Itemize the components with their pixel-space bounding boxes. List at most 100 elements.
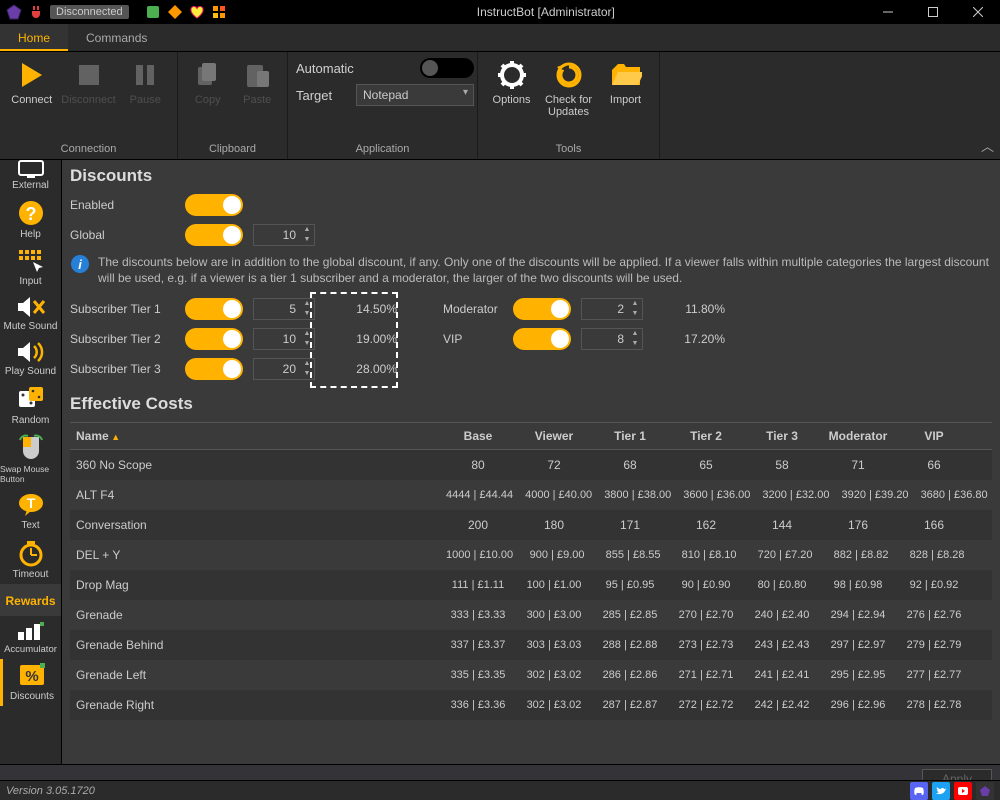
target-label: Target — [296, 88, 346, 103]
target-select[interactable]: Notepad — [356, 84, 474, 106]
cell: 720 | £7.20 — [747, 549, 823, 561]
table-row[interactable]: Grenade333 | £3.33300 | £3.00285 | £2.85… — [70, 600, 992, 630]
tier2-value[interactable]: ▲▼ — [253, 328, 315, 350]
tier2-input[interactable] — [254, 332, 300, 346]
check-updates-button[interactable]: Check for Updates — [543, 58, 594, 118]
col-vip[interactable]: VIP — [896, 429, 972, 443]
cell: 176 — [820, 518, 896, 532]
cell: 828 | £8.28 — [899, 549, 975, 561]
youtube-icon[interactable] — [954, 782, 972, 800]
automatic-switch[interactable] — [420, 58, 474, 78]
heart-icon[interactable] — [189, 4, 205, 20]
sidebar-item-discounts[interactable]: % Discounts — [0, 659, 61, 706]
cell: 4444 | £44.44 — [440, 489, 519, 501]
table-row[interactable]: Grenade Left335 | £3.35302 | £3.02286 | … — [70, 660, 992, 690]
tab-home[interactable]: Home — [0, 24, 68, 51]
tier3-input[interactable] — [254, 362, 300, 376]
table-row[interactable]: Grenade Behind337 | £3.37303 | £3.03288 … — [70, 630, 992, 660]
table-row[interactable]: Drop Mag111 | £1.11100 | £1.0095 | £0.95… — [70, 570, 992, 600]
title-bar: Disconnected InstructBot [Administrator] — [0, 0, 1000, 24]
vip-toggle[interactable] — [513, 328, 571, 350]
status-bar: Version 3.05.1720 — [0, 780, 1000, 800]
cell: 100 | £1.00 — [516, 579, 592, 591]
tier3-toggle[interactable] — [185, 358, 243, 380]
tier1-value[interactable]: ▲▼ — [253, 298, 315, 320]
minimize-button[interactable] — [865, 0, 910, 24]
tier2-toggle[interactable] — [185, 328, 243, 350]
vip-value[interactable]: ▲▼ — [581, 328, 643, 350]
sidebar-item-rewards[interactable]: Rewards — [0, 584, 61, 616]
diamond-orange-icon[interactable] — [167, 4, 183, 20]
cell: 171 — [592, 518, 668, 532]
sidebar-item-accumulator[interactable]: Accumulator — [0, 616, 61, 659]
col-mod[interactable]: Moderator — [820, 429, 896, 443]
twitter-icon[interactable] — [932, 782, 950, 800]
cell: 3920 | £39.20 — [835, 489, 914, 501]
svg-text:T: T — [26, 495, 35, 511]
pause-label: Pause — [130, 94, 161, 106]
sidebar-item-timeout[interactable]: Timeout — [0, 535, 61, 584]
col-tier2[interactable]: Tier 2 — [668, 429, 744, 443]
cell: 240 | £2.40 — [744, 609, 820, 621]
cell: 98 | £0.98 — [820, 579, 896, 591]
mod-toggle[interactable] — [513, 298, 571, 320]
app-status-icon[interactable] — [976, 782, 994, 800]
table-header: Name Base Viewer Tier 1 Tier 2 Tier 3 Mo… — [70, 422, 992, 450]
table-row[interactable]: Conversation200180171162144176166 — [70, 510, 992, 540]
info-icon: i — [70, 254, 90, 274]
main-panel: Discounts Enabled Global ▲▼ i The discou… — [62, 160, 1000, 764]
table-body: 360 No Scope80726865587166ALT F44444 | £… — [70, 450, 992, 720]
puzzle-green-icon[interactable] — [145, 4, 161, 20]
cell: 144 — [744, 518, 820, 532]
sidebar-item-play-sound[interactable]: Play Sound — [0, 336, 61, 381]
cell: 900 | £9.00 — [519, 549, 595, 561]
col-base[interactable]: Base — [440, 429, 516, 443]
cell: 272 | £2.72 — [668, 699, 744, 711]
spin-down[interactable]: ▼ — [300, 235, 314, 245]
tab-commands[interactable]: Commands — [68, 24, 165, 51]
maximize-button[interactable] — [910, 0, 955, 24]
table-row[interactable]: ALT F44444 | £44.444000 | £40.003800 | £… — [70, 480, 992, 510]
sidebar-item-help[interactable]: ? Help — [0, 195, 61, 244]
col-tier3[interactable]: Tier 3 — [744, 429, 820, 443]
quick-icons — [145, 4, 227, 20]
connect-button[interactable]: Connect — [8, 58, 56, 106]
tier1-input[interactable] — [254, 302, 300, 316]
disconnect-label: Disconnect — [61, 94, 115, 106]
cell: 287 | £2.87 — [592, 699, 668, 711]
ribbon-collapse-icon[interactable]: ︿ — [981, 136, 994, 155]
mod-input[interactable] — [582, 302, 628, 316]
grid-orange-icon[interactable] — [211, 4, 227, 20]
col-name[interactable]: Name — [70, 429, 440, 443]
sidebar-item-mute-sound[interactable]: Mute Sound — [0, 291, 61, 336]
mod-value[interactable]: ▲▼ — [581, 298, 643, 320]
sidebar-item-external[interactable]: External — [0, 160, 61, 195]
cell: 300 | £3.00 — [516, 609, 592, 621]
close-button[interactable] — [955, 0, 1000, 24]
import-button[interactable]: Import — [600, 58, 651, 106]
tier3-value[interactable]: ▲▼ — [253, 358, 315, 380]
enabled-toggle[interactable] — [185, 194, 243, 216]
global-toggle[interactable] — [185, 224, 243, 246]
cell: 336 | £3.36 — [440, 699, 516, 711]
svg-text:i: i — [78, 257, 82, 272]
sidebar-item-text[interactable]: T Text — [0, 488, 61, 535]
tier1-pct: 14.50% — [325, 302, 403, 316]
global-value[interactable]: ▲▼ — [253, 224, 315, 246]
vip-input[interactable] — [582, 332, 628, 346]
spin-up[interactable]: ▲ — [300, 225, 314, 235]
table-row[interactable]: 360 No Scope80726865587166 — [70, 450, 992, 480]
table-row[interactable]: DEL + Y1000 | £10.00900 | £9.00855 | £8.… — [70, 540, 992, 570]
discord-icon[interactable] — [910, 782, 928, 800]
sidebar-item-input[interactable]: Input — [0, 244, 61, 291]
options-button[interactable]: Options — [486, 58, 537, 106]
sidebar-item-swap-mouse[interactable]: Swap Mouse Button — [0, 430, 61, 488]
table-row[interactable]: Grenade Right336 | £3.36302 | £3.02287 |… — [70, 690, 992, 720]
cell: 72 — [516, 458, 592, 472]
tier1-toggle[interactable] — [185, 298, 243, 320]
col-viewer[interactable]: Viewer — [516, 429, 592, 443]
col-tier1[interactable]: Tier 1 — [592, 429, 668, 443]
sidebar-item-random[interactable]: Random — [0, 381, 61, 430]
global-input[interactable] — [254, 228, 300, 242]
tier2-label: Subscriber Tier 2 — [70, 332, 175, 346]
